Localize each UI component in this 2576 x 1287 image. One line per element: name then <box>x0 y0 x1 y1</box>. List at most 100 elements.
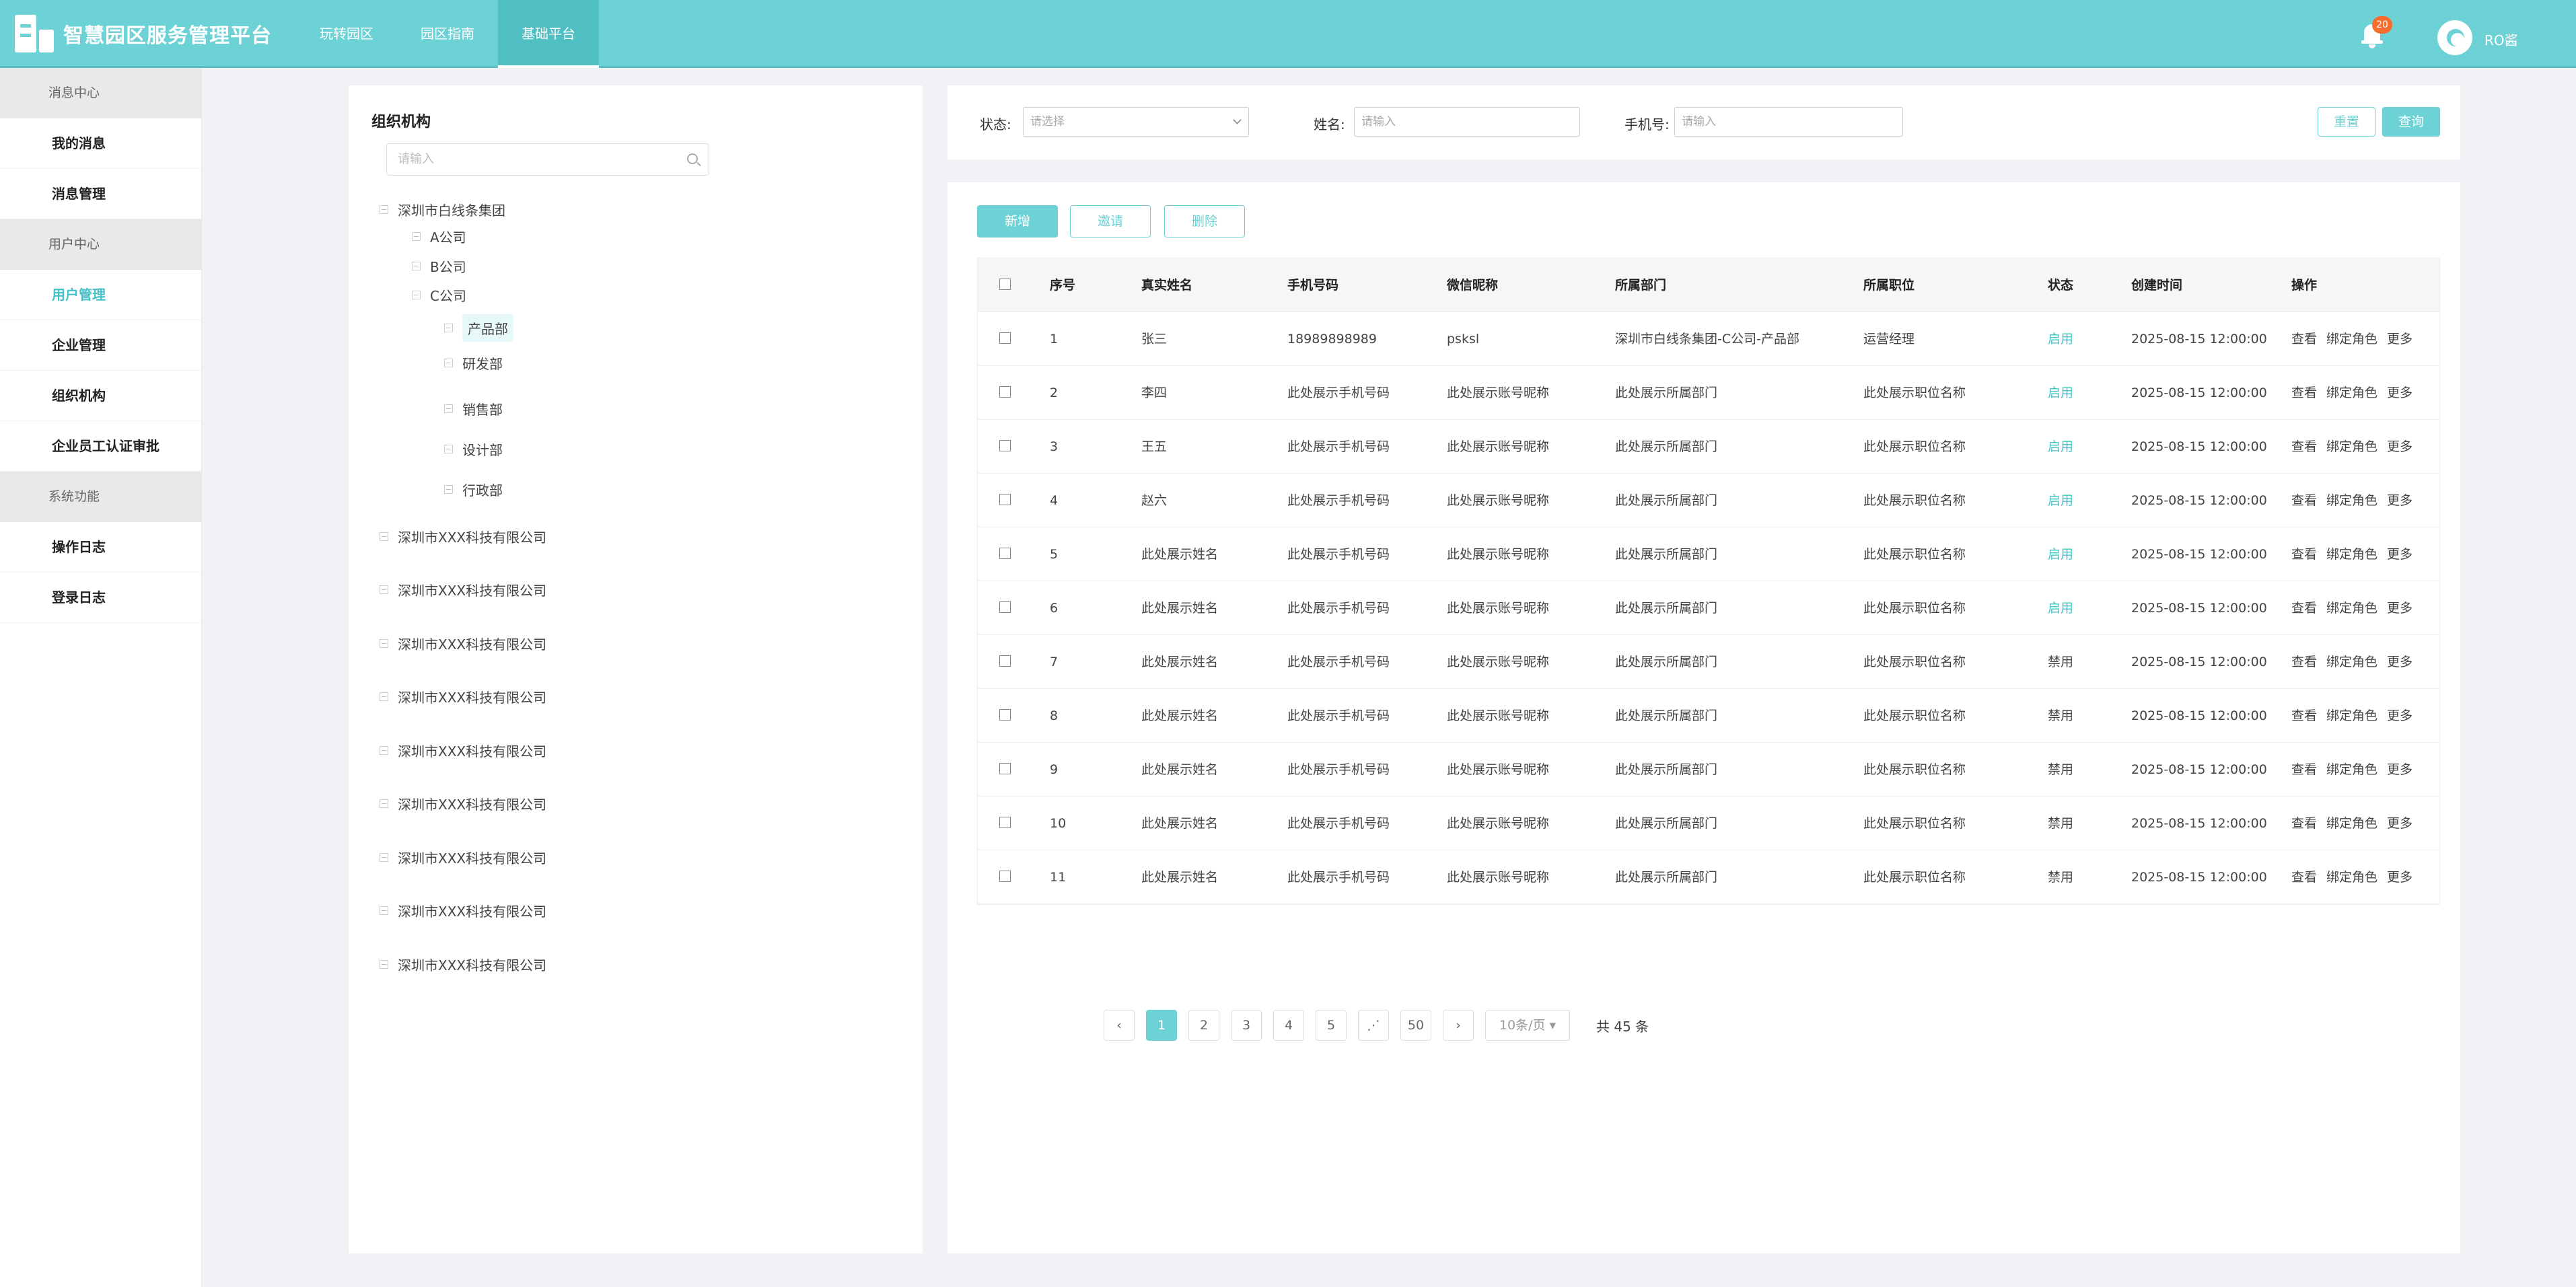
tree-toggle-icon[interactable] <box>380 853 388 862</box>
bind-role-link[interactable]: 绑定角色 <box>2326 493 2377 508</box>
search-icon[interactable] <box>687 153 698 164</box>
user-avatar[interactable] <box>2437 20 2472 55</box>
invite-button[interactable]: 邀请 <box>1070 205 1151 237</box>
view-link[interactable]: 查看 <box>2291 655 2317 669</box>
tree-toggle-icon[interactable] <box>444 359 453 367</box>
page-ellipsis[interactable]: ⋰ <box>1358 1010 1389 1041</box>
page-button-2[interactable]: 2 <box>1188 1010 1219 1041</box>
more-link[interactable]: 更多 <box>2387 493 2412 508</box>
nav-tab-base-platform[interactable]: 基础平台 <box>498 0 599 68</box>
bind-role-link[interactable]: 绑定角色 <box>2326 708 2377 723</box>
page-button-last[interactable]: 50 <box>1400 1010 1431 1041</box>
sidebar-item-login-log[interactable]: 登录日志 <box>0 573 201 623</box>
tree-toggle-icon[interactable] <box>380 692 388 701</box>
tree-toggle-icon[interactable] <box>444 485 453 494</box>
tree-toggle-icon[interactable] <box>412 262 421 270</box>
bind-role-link[interactable]: 绑定角色 <box>2326 601 2377 616</box>
tree-node-department[interactable]: 行政部 <box>444 480 503 499</box>
row-checkbox[interactable] <box>999 440 1011 451</box>
view-link[interactable]: 查看 <box>2291 601 2317 616</box>
more-link[interactable]: 更多 <box>2387 708 2412 723</box>
bind-role-link[interactable]: 绑定角色 <box>2326 870 2377 885</box>
row-checkbox[interactable] <box>999 871 1011 882</box>
tree-node-department[interactable]: 销售部 <box>444 399 503 418</box>
nav-tab-park-guide[interactable]: 园区指南 <box>397 0 498 68</box>
row-checkbox[interactable] <box>999 601 1011 613</box>
app-logo[interactable]: 智慧园区服务管理平台 <box>15 15 272 52</box>
tree-toggle-icon[interactable] <box>444 404 453 413</box>
more-link[interactable]: 更多 <box>2387 439 2412 454</box>
view-link[interactable]: 查看 <box>2291 762 2317 777</box>
page-button-3[interactable]: 3 <box>1231 1010 1262 1041</box>
page-button-4[interactable]: 4 <box>1273 1010 1304 1041</box>
bind-role-link[interactable]: 绑定角色 <box>2326 385 2377 400</box>
page-button-1[interactable]: 1 <box>1146 1010 1177 1041</box>
tree-toggle-icon[interactable] <box>412 291 421 299</box>
tree-toggle-icon[interactable] <box>380 799 388 808</box>
tree-node-org[interactable]: 深圳市XXX科技有限公司 <box>380 955 546 974</box>
tree-node-org[interactable]: 深圳市XXX科技有限公司 <box>380 901 546 920</box>
tree-node-company[interactable]: B公司 <box>412 256 466 276</box>
more-link[interactable]: 更多 <box>2387 332 2412 346</box>
view-link[interactable]: 查看 <box>2291 708 2317 723</box>
sidebar-item-user-management[interactable]: 用户管理 <box>0 270 201 320</box>
page-size-select[interactable]: 10条/页 ▾ <box>1485 1010 1570 1041</box>
tree-node-org[interactable]: 深圳市XXX科技有限公司 <box>380 527 546 546</box>
bind-role-link[interactable]: 绑定角色 <box>2326 816 2377 831</box>
tree-toggle-icon[interactable] <box>412 232 421 241</box>
query-button[interactable]: 查询 <box>2382 107 2440 137</box>
tree-node-root[interactable]: 深圳市白线条集团 <box>380 200 505 219</box>
row-checkbox[interactable] <box>999 332 1011 344</box>
tree-node-company[interactable]: A公司 <box>412 227 466 246</box>
row-checkbox[interactable] <box>999 548 1011 559</box>
row-checkbox[interactable] <box>999 494 1011 505</box>
tree-toggle-icon[interactable] <box>380 585 388 594</box>
row-checkbox[interactable] <box>999 655 1011 667</box>
name-input[interactable]: 请输入 <box>1354 107 1580 137</box>
sidebar-item-my-messages[interactable]: 我的消息 <box>0 118 201 169</box>
sidebar-item-enterprise-management[interactable]: 企业管理 <box>0 320 201 371</box>
tree-toggle-icon[interactable] <box>380 532 388 541</box>
tree-toggle-icon[interactable] <box>380 205 388 214</box>
phone-input[interactable]: 请输入 <box>1674 107 1903 137</box>
tree-toggle-icon[interactable] <box>444 324 453 332</box>
reset-button[interactable]: 重置 <box>2318 107 2375 137</box>
page-button-5[interactable]: 5 <box>1316 1010 1347 1041</box>
tree-node-department[interactable]: 产品部 <box>444 314 513 342</box>
sidebar-item-organization[interactable]: 组织机构 <box>0 371 201 421</box>
tree-node-org[interactable]: 深圳市XXX科技有限公司 <box>380 634 546 653</box>
view-link[interactable]: 查看 <box>2291 332 2317 346</box>
tree-toggle-icon[interactable] <box>380 960 388 969</box>
user-name[interactable]: RO酱 <box>2484 30 2518 49</box>
status-select[interactable]: 请选择 <box>1023 107 1249 137</box>
tree-node-company[interactable]: C公司 <box>412 285 466 305</box>
org-search-input[interactable] <box>387 144 656 174</box>
view-link[interactable]: 查看 <box>2291 439 2317 454</box>
more-link[interactable]: 更多 <box>2387 655 2412 669</box>
more-link[interactable]: 更多 <box>2387 385 2412 400</box>
tree-node-department[interactable]: 研发部 <box>444 353 503 373</box>
view-link[interactable]: 查看 <box>2291 385 2317 400</box>
more-link[interactable]: 更多 <box>2387 601 2412 616</box>
prev-page-button[interactable]: ‹ <box>1104 1010 1135 1041</box>
add-button[interactable]: 新增 <box>977 205 1058 237</box>
more-link[interactable]: 更多 <box>2387 870 2412 885</box>
tree-node-org[interactable]: 深圳市XXX科技有限公司 <box>380 794 546 813</box>
more-link[interactable]: 更多 <box>2387 816 2412 831</box>
sidebar-item-operation-log[interactable]: 操作日志 <box>0 522 201 573</box>
delete-button[interactable]: 删除 <box>1164 205 1245 237</box>
view-link[interactable]: 查看 <box>2291 816 2317 831</box>
row-checkbox[interactable] <box>999 386 1011 398</box>
bind-role-link[interactable]: 绑定角色 <box>2326 439 2377 454</box>
tree-node-org[interactable]: 深圳市XXX科技有限公司 <box>380 687 546 706</box>
tree-toggle-icon[interactable] <box>380 639 388 648</box>
sidebar-item-message-management[interactable]: 消息管理 <box>0 169 201 219</box>
more-link[interactable]: 更多 <box>2387 762 2412 777</box>
next-page-button[interactable]: › <box>1443 1010 1474 1041</box>
tree-toggle-icon[interactable] <box>380 906 388 915</box>
select-all-checkbox[interactable] <box>999 279 1011 290</box>
tree-toggle-icon[interactable] <box>444 445 453 453</box>
row-checkbox[interactable] <box>999 763 1011 774</box>
bind-role-link[interactable]: 绑定角色 <box>2326 762 2377 777</box>
bind-role-link[interactable]: 绑定角色 <box>2326 332 2377 346</box>
